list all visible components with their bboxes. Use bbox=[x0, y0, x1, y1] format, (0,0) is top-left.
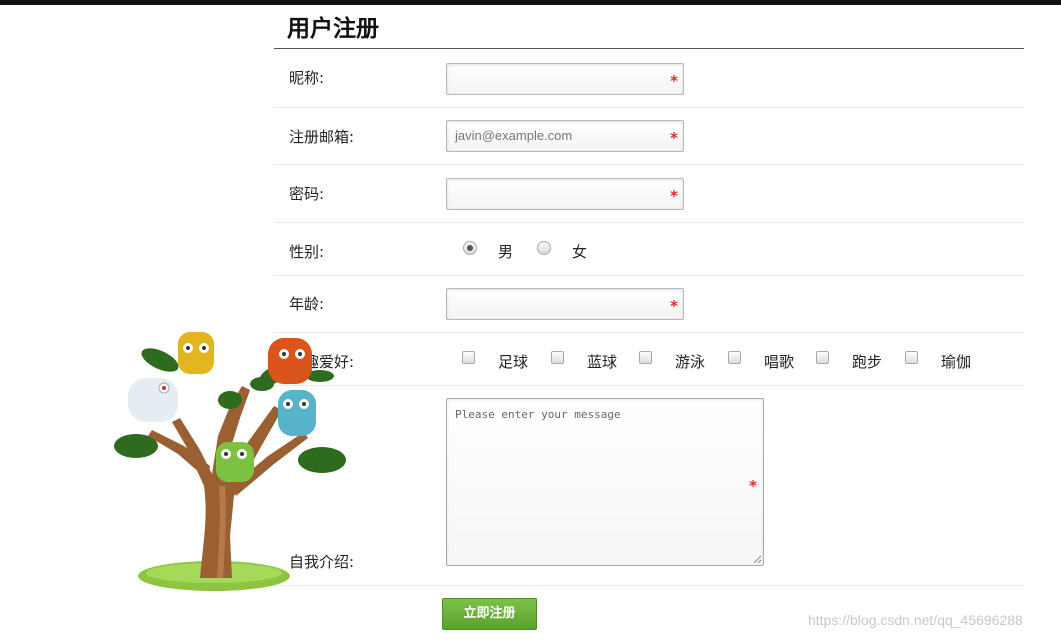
hobby-checkbox-football[interactable] bbox=[462, 351, 475, 364]
gender-option-label: 男 bbox=[498, 243, 514, 261]
password-label: 密码: bbox=[289, 185, 325, 203]
age-input[interactable]: * bbox=[446, 288, 684, 320]
gender-radio-male[interactable] bbox=[463, 241, 477, 255]
hobby-option-label: 唱歌 bbox=[764, 353, 795, 371]
hobby-option-label: 游泳 bbox=[675, 353, 706, 371]
nickname-input[interactable]: * bbox=[446, 63, 684, 95]
hobby-checkbox-singing[interactable] bbox=[728, 351, 741, 364]
watermark-text: https://blog.csdn.net/qq_45696288 bbox=[808, 612, 1023, 628]
hobby-checkbox-basketball[interactable] bbox=[551, 351, 564, 364]
row-divider bbox=[274, 332, 1024, 333]
row-divider bbox=[274, 385, 1024, 386]
email-input[interactable]: javin@example.com * bbox=[446, 120, 684, 152]
top-bar bbox=[0, 0, 1061, 5]
row-divider bbox=[274, 222, 1024, 223]
row-divider bbox=[274, 585, 1024, 586]
gender-radio-female[interactable] bbox=[537, 241, 551, 255]
hobby-checkbox-yoga[interactable] bbox=[905, 351, 918, 364]
hobby-option-label: 跑步 bbox=[852, 353, 883, 371]
row-divider bbox=[274, 107, 1024, 108]
hobby-option-label: 瑜伽 bbox=[941, 353, 972, 371]
nickname-label: 昵称: bbox=[289, 69, 325, 87]
intro-placeholder: Please enter your message bbox=[455, 408, 621, 421]
gender-option-label: 女 bbox=[572, 243, 588, 261]
hobby-checkbox-running[interactable] bbox=[816, 351, 829, 364]
required-mark: * bbox=[670, 297, 678, 315]
resize-grip-icon[interactable] bbox=[753, 555, 762, 564]
hobby-checkbox-swimming[interactable] bbox=[639, 351, 652, 364]
required-mark: * bbox=[670, 129, 678, 147]
gender-label: 性别: bbox=[289, 243, 325, 261]
hobby-option-label: 足球 bbox=[498, 353, 529, 371]
hobby-option-label: 蓝球 bbox=[587, 353, 618, 371]
age-label: 年龄: bbox=[289, 295, 325, 313]
required-mark: * bbox=[670, 187, 678, 205]
row-divider bbox=[274, 275, 1024, 276]
register-button[interactable]: 立即注册 bbox=[442, 598, 537, 630]
email-label: 注册邮箱: bbox=[289, 128, 355, 146]
email-placeholder: javin@example.com bbox=[455, 128, 573, 143]
title-divider bbox=[274, 48, 1024, 49]
required-mark: * bbox=[749, 477, 757, 495]
password-input[interactable]: * bbox=[446, 178, 684, 210]
row-divider bbox=[274, 164, 1024, 165]
form-title: 用户注册 bbox=[287, 15, 379, 42]
intro-textarea[interactable]: Please enter your message * bbox=[446, 398, 764, 566]
required-mark: * bbox=[670, 72, 678, 90]
intro-label: 自我介绍: bbox=[289, 553, 355, 571]
